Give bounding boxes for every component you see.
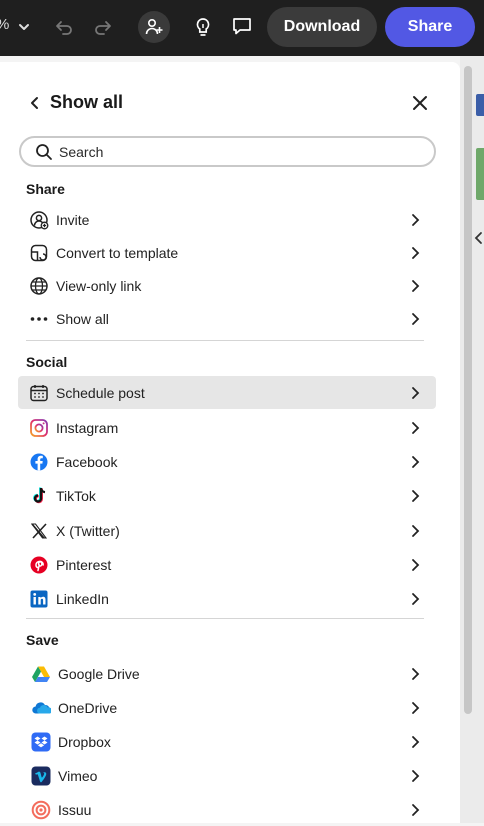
zoom-level[interactable]: % (0, 16, 9, 33)
person-add-icon (145, 18, 163, 35)
social-item-schedule-post[interactable]: Schedule post (18, 376, 436, 409)
calendar-icon (29, 383, 49, 403)
undo-icon[interactable] (51, 15, 77, 41)
list-item-label: Google Drive (58, 666, 140, 682)
person-add-icon (29, 210, 49, 230)
list-item-label: X (Twitter) (56, 523, 120, 539)
save-item-onedrive[interactable]: OneDrive (18, 691, 436, 724)
list-item-label: Issuu (58, 802, 92, 818)
social-item-instagram[interactable]: Instagram (18, 411, 436, 444)
download-button[interactable]: Download (267, 7, 377, 47)
list-item-label: OneDrive (58, 700, 118, 716)
tiktok-icon (29, 486, 49, 506)
social-item-tiktok[interactable]: TikTok (18, 479, 436, 512)
chevron-right-icon (408, 420, 422, 436)
list-item-label: Schedule post (56, 385, 145, 401)
scrollbar-thumb[interactable] (464, 66, 472, 714)
top-toolbar: % Download Share (0, 0, 484, 56)
chevron-right-icon (408, 488, 422, 504)
chevron-right-icon (408, 278, 422, 294)
chevron-down-icon[interactable] (14, 17, 34, 37)
save-item-vimeo[interactable]: Vimeo (18, 759, 436, 792)
share-button[interactable]: Share (385, 7, 475, 47)
share-item-show-all[interactable]: Show all (18, 302, 436, 335)
save-item-issuu[interactable]: Issuu (18, 793, 436, 826)
chevron-right-icon (408, 768, 422, 784)
page-thumbnail[interactable] (476, 148, 484, 200)
list-item-label: Facebook (56, 454, 118, 470)
chevron-right-icon (408, 666, 422, 682)
chevron-right-icon (408, 700, 422, 716)
lightbulb-icon[interactable] (190, 14, 216, 40)
list-item-label: TikTok (56, 488, 96, 504)
search-icon (35, 143, 53, 161)
save-item-dropbox[interactable]: Dropbox (18, 725, 436, 758)
chevron-right-icon (408, 245, 422, 261)
list-item-label: Invite (56, 212, 90, 228)
chevron-right-icon (408, 385, 422, 401)
list-item-label: Show all (56, 311, 109, 327)
template-icon (29, 243, 49, 263)
list-item-label: Convert to template (56, 245, 179, 261)
search-input[interactable] (59, 142, 419, 162)
save-item-google-drive[interactable]: Google Drive (18, 657, 436, 690)
social-item-linkedin[interactable]: LinkedIn (18, 582, 436, 615)
section-title-social: Social (26, 354, 68, 370)
close-icon[interactable] (410, 93, 430, 113)
list-item-label: Instagram (56, 420, 119, 436)
back-chevron-icon[interactable] (26, 92, 42, 114)
list-item-label: Pinterest (56, 557, 112, 573)
more-dots-icon (29, 309, 49, 329)
vimeo-icon (31, 766, 51, 786)
comment-icon[interactable] (229, 13, 255, 39)
section-title-save: Save (26, 632, 59, 648)
instagram-icon (29, 418, 49, 438)
chevron-right-icon (408, 802, 422, 818)
social-item-pinterest[interactable]: Pinterest (18, 548, 436, 581)
globe-icon (29, 276, 49, 296)
social-item-facebook[interactable]: Facebook (18, 445, 436, 478)
search-field[interactable] (19, 136, 436, 167)
share-item-view-only-link[interactable]: View-only link (18, 269, 436, 302)
facebook-icon (29, 452, 49, 472)
redo-icon[interactable] (90, 15, 116, 41)
list-item-label: View-only link (56, 278, 142, 294)
chevron-right-icon (408, 557, 422, 573)
list-item-label: LinkedIn (56, 591, 109, 607)
chevron-right-icon (408, 591, 422, 607)
divider (26, 340, 424, 341)
chevron-left-icon[interactable] (472, 228, 484, 248)
invite-user-button[interactable] (138, 11, 170, 43)
chevron-right-icon (408, 523, 422, 539)
divider (26, 618, 424, 619)
panel-title: Show all (50, 92, 124, 112)
page-thumbnail[interactable] (476, 94, 484, 116)
section-title-share: Share (26, 181, 65, 197)
share-item-invite[interactable]: Invite (18, 203, 436, 236)
chevron-right-icon (408, 212, 422, 228)
chevron-right-icon (408, 454, 422, 470)
dropbox-icon (31, 732, 51, 752)
chevron-right-icon (408, 734, 422, 750)
social-item-x-twitter[interactable]: X (Twitter) (18, 514, 436, 547)
linkedin-icon (29, 589, 49, 609)
issuu-icon (31, 800, 51, 820)
onedrive-icon (31, 698, 51, 718)
google-drive-icon (31, 664, 51, 684)
pinterest-icon (29, 555, 49, 575)
share-item-convert-template[interactable]: Convert to template (18, 236, 436, 269)
list-item-label: Vimeo (58, 768, 98, 784)
list-item-label: Dropbox (58, 734, 111, 750)
chevron-right-icon (408, 311, 422, 327)
x-twitter-icon (29, 521, 49, 541)
